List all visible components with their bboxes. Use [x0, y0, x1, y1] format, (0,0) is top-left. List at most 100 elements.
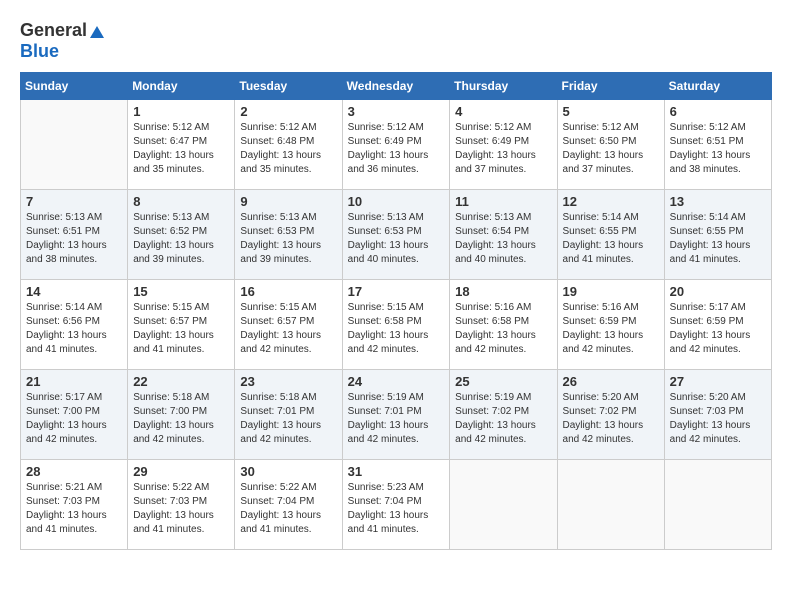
day-info: Sunrise: 5:14 AM Sunset: 6:55 PM Dayligh… [670, 211, 766, 267]
calendar-cell: 22Sunrise: 5:18 AM Sunset: 7:00 PM Dayli… [128, 370, 235, 460]
day-number: 3 [348, 104, 445, 119]
calendar-cell [450, 460, 557, 550]
calendar-cell [664, 460, 771, 550]
day-info: Sunrise: 5:17 AM Sunset: 6:59 PM Dayligh… [670, 301, 766, 357]
calendar-cell: 5 Sunrise: 5:12 AM Sunset: 6:50 PM Daylig… [557, 100, 664, 190]
day-number: 7 [26, 194, 122, 209]
calendar-cell: 24 Sunrise: 5:19 AM Sunset: 7:01 PM Dayli… [342, 370, 450, 460]
day-number: 17 [348, 284, 445, 299]
day-info: Sunrise: 5:18 AM Sunset: 7:01 PM Dayligh… [240, 391, 336, 447]
calendar-cell: 20Sunrise: 5:17 AM Sunset: 6:59 PM Dayli… [664, 280, 771, 370]
calendar-cell: 3 Sunrise: 5:12 AM Sunset: 6:49 PM Daylig… [342, 100, 450, 190]
day-info: Sunrise: 5:18 AM Sunset: 7:00 PM Dayligh… [133, 391, 229, 447]
calendar-cell: 8 Sunrise: 5:13 AM Sunset: 6:52 PM Daylig… [128, 190, 235, 280]
weekday-header-sunday: Sunday [21, 73, 128, 100]
day-info: Sunrise: 5:20 AM Sunset: 7:03 PM Dayligh… [670, 391, 766, 447]
calendar-cell: 13Sunrise: 5:14 AM Sunset: 6:55 PM Dayli… [664, 190, 771, 280]
day-info: Sunrise: 5:14 AM Sunset: 6:55 PM Dayligh… [563, 211, 659, 267]
calendar-cell: 23 Sunrise: 5:18 AM Sunset: 7:01 PM Dayli… [235, 370, 342, 460]
day-info: Sunrise: 5:21 AM Sunset: 7:03 PM Dayligh… [26, 481, 122, 537]
weekday-header-wednesday: Wednesday [342, 73, 450, 100]
day-number: 10 [348, 194, 445, 209]
day-number: 23 [240, 374, 336, 389]
day-number: 27 [670, 374, 766, 389]
day-number: 11 [455, 194, 551, 209]
day-info: Sunrise: 5:19 AM Sunset: 7:02 PM Dayligh… [455, 391, 551, 447]
weekday-header-tuesday: Tuesday [235, 73, 342, 100]
day-info: Sunrise: 5:14 AM Sunset: 6:56 PM Dayligh… [26, 301, 122, 357]
calendar-cell: 9 Sunrise: 5:13 AM Sunset: 6:53 PM Daylig… [235, 190, 342, 280]
logo-general-text: General [20, 20, 87, 41]
calendar-table: SundayMondayTuesdayWednesdayThursdayFrid… [20, 72, 772, 550]
day-number: 21 [26, 374, 122, 389]
calendar-week-row: 14 Sunrise: 5:14 AM Sunset: 6:56 PM Dayli… [21, 280, 772, 370]
day-info: Sunrise: 5:12 AM Sunset: 6:49 PM Dayligh… [455, 121, 551, 177]
day-info: Sunrise: 5:22 AM Sunset: 7:03 PM Dayligh… [133, 481, 229, 537]
calendar-cell: 29 Sunrise: 5:22 AM Sunset: 7:03 PM Dayli… [128, 460, 235, 550]
calendar-cell: 26 Sunrise: 5:20 AM Sunset: 7:02 PM Dayli… [557, 370, 664, 460]
logo-blue-text: Blue [20, 41, 59, 62]
day-number: 31 [348, 464, 445, 479]
day-number: 16 [240, 284, 336, 299]
day-info: Sunrise: 5:12 AM Sunset: 6:51 PM Dayligh… [670, 121, 766, 177]
day-number: 14 [26, 284, 122, 299]
day-info: Sunrise: 5:13 AM Sunset: 6:54 PM Dayligh… [455, 211, 551, 267]
calendar-cell: 21Sunrise: 5:17 AM Sunset: 7:00 PM Dayli… [21, 370, 128, 460]
day-number: 4 [455, 104, 551, 119]
calendar-cell: 28 Sunrise: 5:21 AM Sunset: 7:03 PM Dayli… [21, 460, 128, 550]
weekday-header-saturday: Saturday [664, 73, 771, 100]
logo-triangle-icon [90, 26, 104, 38]
day-number: 18 [455, 284, 551, 299]
calendar-cell: 14 Sunrise: 5:14 AM Sunset: 6:56 PM Dayli… [21, 280, 128, 370]
calendar-cell: 10 Sunrise: 5:13 AM Sunset: 6:53 PM Dayli… [342, 190, 450, 280]
calendar-cell [21, 100, 128, 190]
calendar-cell: 7 Sunrise: 5:13 AM Sunset: 6:51 PM Daylig… [21, 190, 128, 280]
day-info: Sunrise: 5:15 AM Sunset: 6:57 PM Dayligh… [240, 301, 336, 357]
day-info: Sunrise: 5:13 AM Sunset: 6:53 PM Dayligh… [240, 211, 336, 267]
day-info: Sunrise: 5:16 AM Sunset: 6:59 PM Dayligh… [563, 301, 659, 357]
calendar-cell: 31 Sunrise: 5:23 AM Sunset: 7:04 PM Dayli… [342, 460, 450, 550]
day-number: 19 [563, 284, 659, 299]
day-info: Sunrise: 5:13 AM Sunset: 6:52 PM Dayligh… [133, 211, 229, 267]
calendar-cell: 11 Sunrise: 5:13 AM Sunset: 6:54 PM Dayli… [450, 190, 557, 280]
day-number: 5 [563, 104, 659, 119]
day-number: 6 [670, 104, 766, 119]
day-info: Sunrise: 5:13 AM Sunset: 6:51 PM Dayligh… [26, 211, 122, 267]
calendar-header-row: SundayMondayTuesdayWednesdayThursdayFrid… [21, 73, 772, 100]
day-number: 24 [348, 374, 445, 389]
calendar-cell: 15 Sunrise: 5:15 AM Sunset: 6:57 PM Dayli… [128, 280, 235, 370]
calendar-cell: 19 Sunrise: 5:16 AM Sunset: 6:59 PM Dayli… [557, 280, 664, 370]
calendar-cell: 12 Sunrise: 5:14 AM Sunset: 6:55 PM Dayli… [557, 190, 664, 280]
day-info: Sunrise: 5:13 AM Sunset: 6:53 PM Dayligh… [348, 211, 445, 267]
calendar-week-row: 1 Sunrise: 5:12 AM Sunset: 6:47 PM Daylig… [21, 100, 772, 190]
weekday-header-monday: Monday [128, 73, 235, 100]
day-info: Sunrise: 5:20 AM Sunset: 7:02 PM Dayligh… [563, 391, 659, 447]
day-info: Sunrise: 5:12 AM Sunset: 6:50 PM Dayligh… [563, 121, 659, 177]
day-info: Sunrise: 5:19 AM Sunset: 7:01 PM Dayligh… [348, 391, 445, 447]
day-info: Sunrise: 5:12 AM Sunset: 6:49 PM Dayligh… [348, 121, 445, 177]
calendar-cell: 25Sunrise: 5:19 AM Sunset: 7:02 PM Dayli… [450, 370, 557, 460]
day-number: 26 [563, 374, 659, 389]
day-info: Sunrise: 5:12 AM Sunset: 6:47 PM Dayligh… [133, 121, 229, 177]
calendar-week-row: 28 Sunrise: 5:21 AM Sunset: 7:03 PM Dayli… [21, 460, 772, 550]
day-info: Sunrise: 5:16 AM Sunset: 6:58 PM Dayligh… [455, 301, 551, 357]
page-header: General Blue [20, 20, 772, 62]
weekday-header-thursday: Thursday [450, 73, 557, 100]
calendar-cell [557, 460, 664, 550]
calendar-cell: 27 Sunrise: 5:20 AM Sunset: 7:03 PM Dayli… [664, 370, 771, 460]
day-info: Sunrise: 5:23 AM Sunset: 7:04 PM Dayligh… [348, 481, 445, 537]
calendar-cell: 17 Sunrise: 5:15 AM Sunset: 6:58 PM Dayli… [342, 280, 450, 370]
day-number: 30 [240, 464, 336, 479]
day-number: 1 [133, 104, 229, 119]
calendar-cell: 18 Sunrise: 5:16 AM Sunset: 6:58 PM Dayli… [450, 280, 557, 370]
day-info: Sunrise: 5:15 AM Sunset: 6:58 PM Dayligh… [348, 301, 445, 357]
day-number: 28 [26, 464, 122, 479]
day-number: 12 [563, 194, 659, 209]
day-number: 29 [133, 464, 229, 479]
day-info: Sunrise: 5:15 AM Sunset: 6:57 PM Dayligh… [133, 301, 229, 357]
weekday-header-friday: Friday [557, 73, 664, 100]
logo: General Blue [20, 20, 104, 62]
day-number: 15 [133, 284, 229, 299]
day-number: 9 [240, 194, 336, 209]
day-number: 8 [133, 194, 229, 209]
